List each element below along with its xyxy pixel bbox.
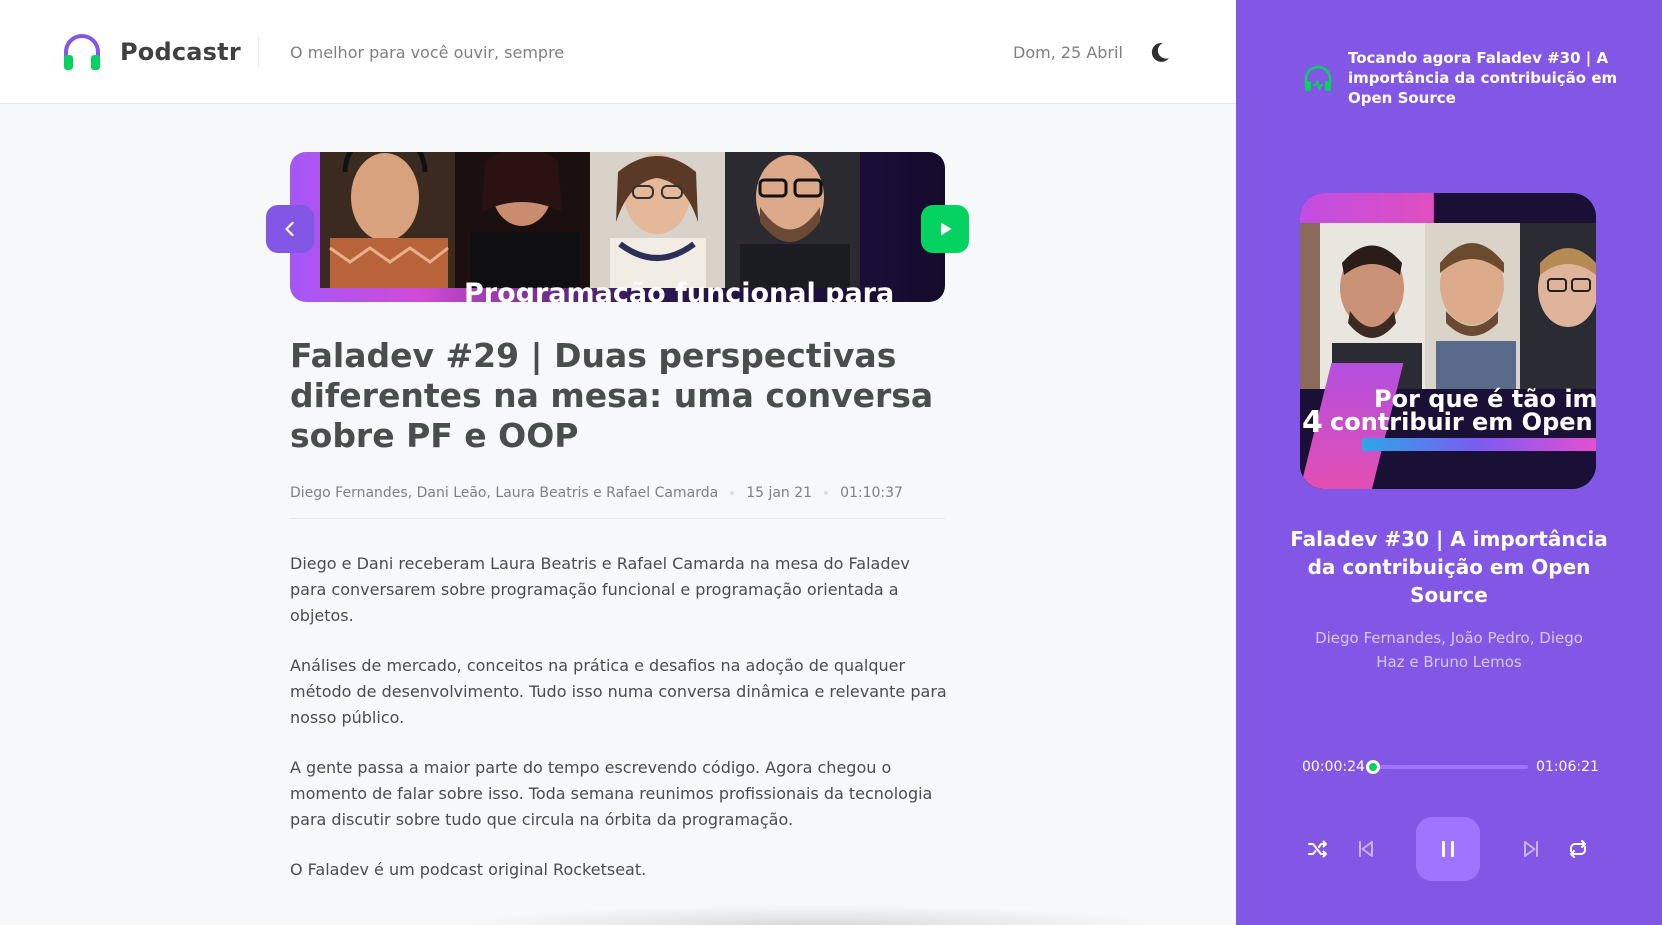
episode-cover: Programação funcional para	[290, 152, 945, 302]
next-button[interactable]	[1515, 833, 1547, 865]
thumbnail-gradient	[1300, 193, 1596, 223]
tagline: O melhor para você ouvir, sempre	[290, 43, 565, 62]
player-episode-members: Diego Fernandes, João Pedro, Diego Haz e…	[1315, 629, 1583, 671]
divider	[290, 518, 945, 519]
header: Podcastr O melhor para você ouvir, sempr…	[0, 0, 1236, 104]
episode-date: 15 jan 21	[746, 485, 813, 501]
description-paragraph: O Faladev é um podcast original Rocketse…	[290, 860, 647, 879]
moon-icon[interactable]	[1146, 38, 1174, 66]
play-icon	[941, 222, 952, 236]
player-episode-title: Faladev #30 | A importância da contribui…	[1290, 527, 1608, 607]
current-date: Dom, 25 Abril	[1013, 43, 1123, 62]
previous-icon	[1359, 841, 1373, 857]
thumbnail-number: 4	[1302, 405, 1323, 440]
description-paragraph: A gente passa a maior parte do tempo esc…	[290, 758, 933, 829]
now-playing-label: Tocando agora Faladev #30 | A importânci…	[1348, 49, 1618, 107]
pause-button[interactable]	[1416, 817, 1480, 881]
progress-handle[interactable]	[1365, 760, 1380, 774]
description-paragraph: Análises de mercado, conceitos na prátic…	[290, 656, 947, 727]
pause-icon	[1442, 841, 1454, 857]
next-icon	[1524, 841, 1538, 857]
total-time: 01:06:21	[1536, 759, 1599, 775]
headphones-logo-icon	[64, 34, 100, 70]
description-paragraph: Diego e Dani receberam Laura Beatris e R…	[290, 554, 910, 625]
shuffle-button[interactable]	[1302, 833, 1334, 865]
thumbnail-color-bar	[1362, 438, 1596, 451]
episode-description: Diego e Dani receberam Laura Beatris e R…	[290, 551, 950, 907]
meta-separator	[730, 491, 735, 495]
episode-members: Diego Fernandes, Dani Leão, Laura Beatri…	[290, 485, 719, 501]
current-time: 00:00:24	[1302, 759, 1365, 775]
cover-caption: Programação funcional para	[464, 278, 895, 302]
episode-meta: Diego Fernandes, Dani Leão, Laura Beatri…	[290, 485, 903, 501]
previous-button[interactable]	[1350, 833, 1382, 865]
back-button[interactable]	[266, 205, 314, 253]
player-panel: Tocando agora Faladev #30 | A importânci…	[1236, 0, 1662, 925]
episode-title: Faladev #29 | Duas perspectivas diferent…	[290, 336, 934, 455]
now-playing-thumbnail: 4 Por que é tão imp contribuir em Open S	[1300, 193, 1596, 489]
playing-headphones-icon	[1304, 65, 1332, 91]
scroll-shadow	[460, 905, 1160, 925]
progress-slider[interactable]	[1365, 760, 1528, 774]
play-episode-button[interactable]	[921, 205, 969, 253]
app-name: Podcastr	[120, 38, 241, 66]
repeat-button[interactable]	[1562, 833, 1594, 865]
header-divider	[258, 36, 259, 67]
repeat-icon	[1570, 840, 1586, 858]
meta-separator	[824, 491, 829, 495]
chevron-left-icon	[285, 221, 294, 237]
shuffle-icon	[1308, 840, 1327, 858]
thumbnail-caption: contribuir em Open S	[1330, 408, 1596, 436]
episode-duration: 01:10:37	[840, 485, 903, 501]
